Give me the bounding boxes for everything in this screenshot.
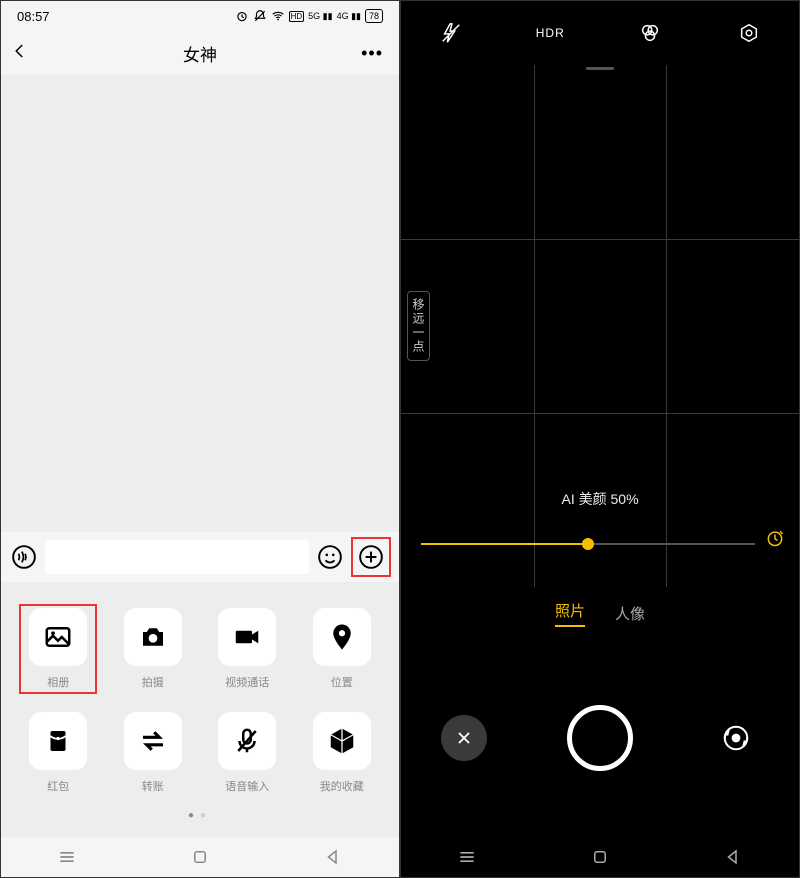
status-icons: HD 5G ▮▮ 4G ▮▮ 78 xyxy=(235,9,383,23)
panel-item-favorite[interactable]: 我的收藏 xyxy=(299,712,386,794)
close-button[interactable] xyxy=(441,715,487,761)
wifi-icon xyxy=(271,9,285,23)
nav-menu-button[interactable] xyxy=(55,845,79,869)
camera-top-bar: HDR xyxy=(401,1,799,65)
ai-beauty-label: AI 美颜 50% xyxy=(401,489,799,509)
panel-label: 转账 xyxy=(142,778,164,794)
pin-icon xyxy=(327,622,357,652)
camera-mode-row: 照片 人像 xyxy=(401,587,799,639)
timer-button[interactable] xyxy=(765,528,785,553)
hd-icon: HD xyxy=(289,11,305,22)
panel-item-redpacket[interactable]: 红包 xyxy=(15,712,102,794)
drag-handle-icon[interactable] xyxy=(586,67,614,70)
panel-label: 我的收藏 xyxy=(320,778,364,794)
shutter-row xyxy=(401,639,799,837)
panel-label: 位置 xyxy=(331,674,353,690)
hdr-button[interactable]: HDR xyxy=(537,20,563,46)
transfer-icon xyxy=(138,726,168,756)
page-dots: ●● xyxy=(15,794,385,827)
cube-icon xyxy=(327,726,357,756)
video-icon xyxy=(232,622,262,652)
wechat-screenshot: 08:57 HD 5G ▮▮ 4G ▮▮ 78 女神 ••• xyxy=(1,1,399,877)
panel-item-voice[interactable]: 语音输入 xyxy=(204,712,291,794)
nav-back-button[interactable] xyxy=(721,845,745,869)
status-bar: 08:57 HD 5G ▮▮ 4G ▮▮ 78 xyxy=(1,1,399,31)
mode-portrait[interactable]: 人像 xyxy=(615,603,645,624)
panel-item-transfer[interactable]: 转账 xyxy=(110,712,197,794)
panel-item-album[interactable]: 相册 xyxy=(15,608,102,690)
alarm-icon xyxy=(235,9,249,23)
slider-knob[interactable] xyxy=(582,538,594,550)
mic-icon xyxy=(232,726,262,756)
camera-viewfinder[interactable]: 移远一点 AI 美颜 50% xyxy=(401,65,799,587)
chat-title: 女神 xyxy=(183,41,217,66)
back-button[interactable] xyxy=(11,42,29,65)
panel-label: 拍摄 xyxy=(142,674,164,690)
panel-item-video[interactable]: 视频通话 xyxy=(204,608,291,690)
filter-button[interactable] xyxy=(637,20,663,46)
more-button[interactable]: ••• xyxy=(361,43,383,64)
voice-toggle-button[interactable] xyxy=(9,542,39,572)
plus-button-highlight xyxy=(351,537,391,577)
camera-screenshot: HDR 移远一点 AI 美颜 50% 照片 人像 xyxy=(401,1,799,877)
flash-button[interactable] xyxy=(438,20,464,46)
emoji-button[interactable] xyxy=(315,542,345,572)
chat-header: 女神 ••• xyxy=(1,31,399,75)
settings-button[interactable] xyxy=(736,20,762,46)
status-time: 08:57 xyxy=(17,9,50,24)
nav-home-button[interactable] xyxy=(588,845,612,869)
signal-4g-icon: 4G ▮▮ xyxy=(337,11,361,22)
panel-label: 语音输入 xyxy=(225,778,269,794)
nav-home-button[interactable] xyxy=(188,845,212,869)
system-navbar xyxy=(1,837,399,877)
ai-beauty-slider[interactable] xyxy=(421,543,755,545)
battery-icon: 78 xyxy=(365,9,383,23)
panel-label: 红包 xyxy=(47,778,69,794)
panel-label: 相册 xyxy=(47,674,69,690)
image-icon xyxy=(43,622,73,652)
nav-menu-button[interactable] xyxy=(455,845,479,869)
shutter-button[interactable] xyxy=(567,705,633,771)
dnd-icon xyxy=(253,9,267,23)
panel-item-location[interactable]: 位置 xyxy=(299,608,386,690)
message-input[interactable] xyxy=(45,540,309,574)
panel-item-camera[interactable]: 拍摄 xyxy=(110,608,197,690)
mode-photo[interactable]: 照片 xyxy=(555,600,585,627)
packet-icon xyxy=(43,726,73,756)
distance-hint: 移远一点 xyxy=(407,291,430,361)
input-row xyxy=(1,532,399,582)
attachment-panel: 相册 拍摄 视频通话 位置 红包 xyxy=(1,582,399,837)
camera-icon xyxy=(138,622,168,652)
signal-5g-icon: 5G ▮▮ xyxy=(308,11,332,22)
system-navbar xyxy=(401,837,799,877)
panel-label: 视频通话 xyxy=(225,674,269,690)
plus-button[interactable] xyxy=(356,542,386,572)
flip-camera-button[interactable] xyxy=(713,715,759,761)
slider-fill xyxy=(421,543,588,545)
chat-body[interactable] xyxy=(1,75,399,532)
nav-back-button[interactable] xyxy=(321,845,345,869)
